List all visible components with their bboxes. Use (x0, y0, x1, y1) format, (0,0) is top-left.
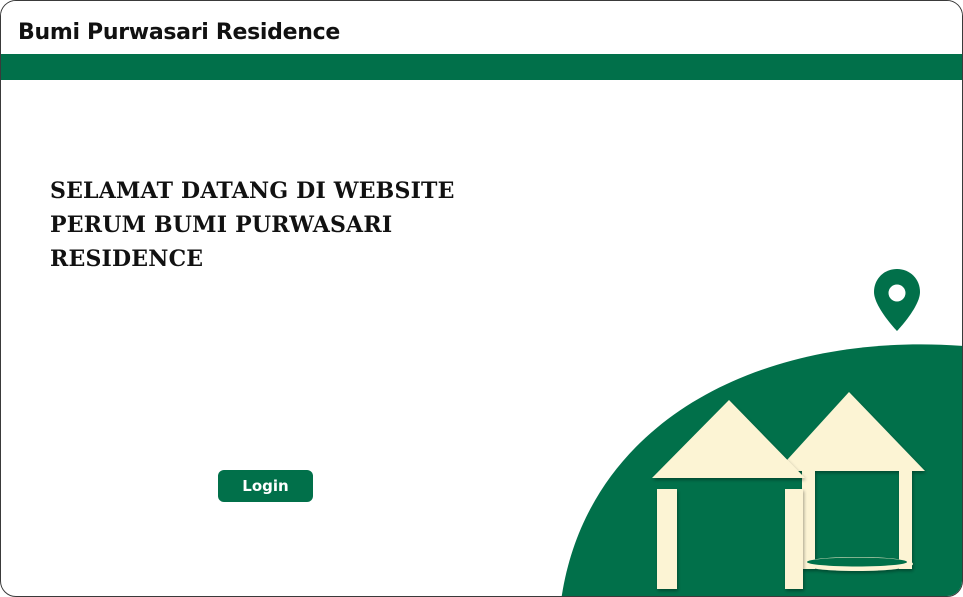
header-accent-bar (1, 54, 962, 80)
welcome-line-2: PERUM BUMI PURWASARI (50, 212, 393, 238)
app-window: Bumi Purwasari Residence SELAMAT DATANG … (0, 0, 963, 597)
houses-illustration (561, 344, 962, 596)
welcome-heading: SELAMAT DATANG DI WEBSITE PERUM BUMI PUR… (50, 174, 490, 276)
login-button[interactable]: Login (218, 470, 313, 502)
welcome-line-1: SELAMAT DATANG DI WEBSITE (50, 178, 455, 204)
header: Bumi Purwasari Residence (1, 1, 962, 54)
welcome-line-3: RESIDENCE (50, 246, 204, 272)
site-title: Bumi Purwasari Residence (18, 20, 340, 45)
location-pin-icon (874, 269, 920, 331)
